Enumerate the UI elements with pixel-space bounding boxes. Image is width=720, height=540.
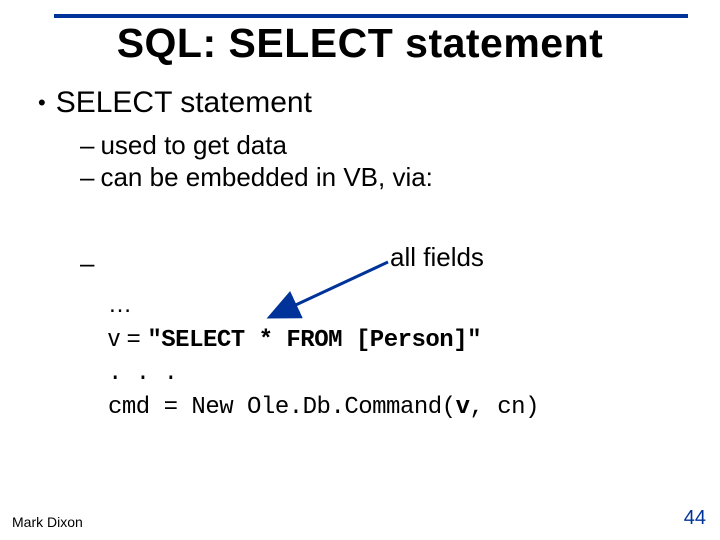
bullet-level2: –can be embedded in VB, via: [80,162,433,193]
bullet-level2-empty: – [80,248,100,279]
annotation-all-fields: all fields [390,242,484,273]
code-block: … v = "SELECT * FROM [Person]" . . . cmd… [108,288,539,424]
code-cmd-prefix: cmd = New Ole.Db.Command( [108,394,456,421]
code-line-dots: . . . [108,357,539,391]
bullet-level1: • SELECT statement [38,86,312,120]
code-cmd-suffix: , cn) [469,394,539,421]
code-sql-string: "SELECT * FROM [Person]" [147,327,481,354]
arrow-icon [0,0,720,540]
bullet-dash-icon: – [80,162,94,192]
footer-author: Mark Dixon [12,514,83,530]
bullet-level2: –used to get data [80,130,287,161]
code-line-cmd: cmd = New Ole.Db.Command(v, cn) [108,391,539,425]
bullet-l2a-text: used to get data [100,130,286,160]
code-line-ellipsis: … [108,288,539,322]
bullet-dot-icon: • [38,90,46,116]
code-var-v: v = [108,325,147,352]
bullet-dash-icon: – [80,248,94,278]
title-rule [54,14,688,18]
code-line-assign: v = "SELECT * FROM [Person]" [108,322,539,358]
bullet-dash-icon: – [80,130,94,160]
page-title: SQL: SELECT statement [0,20,720,67]
bullet-l1-text: SELECT statement [56,86,312,119]
footer-page-number: 44 [684,507,706,530]
code-cmd-arg: v [456,394,470,421]
bullet-l2b-text: can be embedded in VB, via: [100,162,432,192]
